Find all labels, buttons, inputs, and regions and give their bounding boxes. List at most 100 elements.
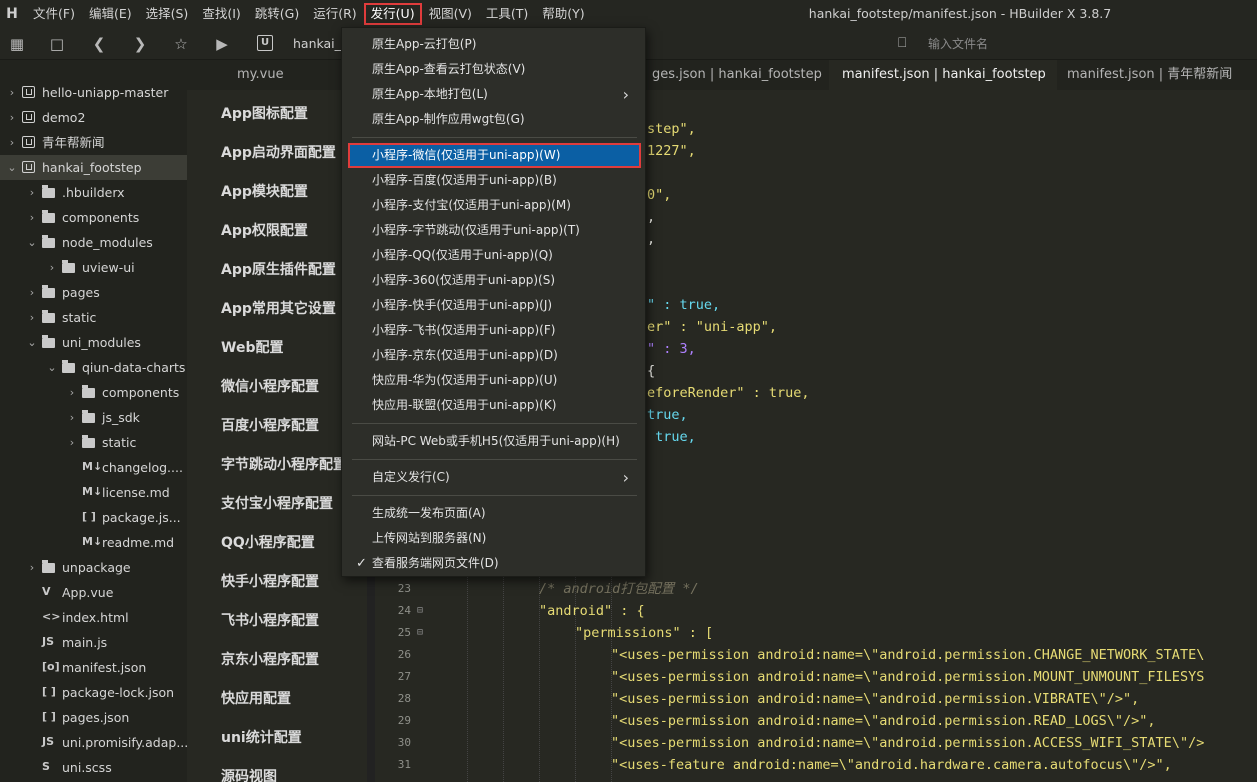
config-nav-item[interactable]: 飞书小程序配置 [197,597,367,636]
forward-arrow-icon[interactable]: ❯ [129,33,151,55]
fold-toggle-icon[interactable]: ⊟ [417,600,423,622]
tree-item[interactable]: › static [0,305,187,330]
save-all-icon[interactable]: ▦ [6,33,28,55]
publish-menu-item[interactable]: 快应用-联盟(仅适用于uni-app)(K) [348,393,641,418]
tree-item[interactable]: ⌄ qiun-data-charts [0,355,187,380]
publish-menu-item[interactable]: 小程序-360(仅适用于uni-app)(S) [348,268,641,293]
menu-6[interactable]: 发行(U) [363,3,422,25]
tree-item[interactable]: M↓ license.md [0,480,187,505]
publish-menu-item[interactable]: 小程序-百度(仅适用于uni-app)(B) [348,168,641,193]
menu-separator [352,423,637,424]
chevron-right-icon[interactable]: › [66,405,78,430]
tree-item[interactable]: › 青年帮新闻 [0,130,187,155]
tree-item[interactable]: › hello-uniapp-master [0,80,187,105]
tree-item[interactable]: <> index.html [0,605,187,630]
file-icon: S [42,760,50,773]
chevron-right-icon[interactable]: › [26,555,38,580]
menu-3[interactable]: 查找(I) [195,3,247,25]
chevron-right-icon[interactable]: › [26,305,38,330]
publish-menu-item[interactable]: 小程序-QQ(仅适用于uni-app)(Q) [348,243,641,268]
publish-menu-item[interactable]: 小程序-微信(仅适用于uni-app)(W) [348,143,641,168]
chevron-right-icon[interactable]: › [6,130,18,155]
publish-menu-item[interactable]: 小程序-支付宝(仅适用于uni-app)(M) [348,193,641,218]
publish-menu-item[interactable]: 上传网站到服务器(N) [348,526,641,551]
tree-item[interactable]: › components [0,205,187,230]
tree-item[interactable]: ⌄ node_modules [0,230,187,255]
menu-2[interactable]: 选择(S) [139,3,196,25]
menu-1[interactable]: 编辑(E) [82,3,139,25]
line-number: 28 [397,692,411,705]
menu-5[interactable]: 运行(R) [306,3,363,25]
tree-item[interactable]: › unpackage [0,555,187,580]
chevron-right-icon[interactable]: › [26,180,38,205]
config-nav-item[interactable]: uni统计配置 [197,714,367,753]
run-icon[interactable]: ▶ [211,33,233,55]
chevron-down-icon[interactable]: ⌄ [46,355,58,380]
code-fragment: { [647,363,656,379]
publish-menu-item[interactable]: 生成统一发布页面(A) [348,501,641,526]
config-nav-item[interactable]: 源码视图 [197,753,367,782]
publish-menu-item[interactable]: 原生App-查看云打包状态(V) [348,57,641,82]
tree-item[interactable]: ⌄ uni_modules [0,330,187,355]
menu-7[interactable]: 视图(V) [422,3,479,25]
chevron-down-icon[interactable]: ⌄ [26,330,38,355]
folder-icon [42,310,55,323]
tree-item[interactable]: [ ] pages.json [0,705,187,730]
tree-item[interactable]: › static [0,430,187,455]
publish-menu-item[interactable]: 查看服务端网页文件(D) ✓ [348,551,641,576]
tree-item[interactable]: [ ] package-lock.json [0,680,187,705]
publish-menu-item[interactable]: 小程序-字节跳动(仅适用于uni-app)(T) [348,218,641,243]
publish-menu-item[interactable]: 小程序-飞书(仅适用于uni-app)(F) [348,318,641,343]
file-search-input[interactable] [928,34,1228,54]
code-fragment: eforeRender" : true, [647,385,810,401]
tree-item[interactable]: › demo2 [0,105,187,130]
publish-menu-item[interactable]: 小程序-快手(仅适用于uni-app)(J) [348,293,641,318]
editor-tab[interactable]: my.vue [227,60,294,90]
publish-menu-item[interactable]: 原生App-云打包(P) [348,32,641,57]
tree-item[interactable]: M↓ changelog.... [0,455,187,480]
publish-menu-item[interactable]: 原生App-制作应用wgt包(G) [348,107,641,132]
chevron-right-icon[interactable]: › [66,380,78,405]
chevron-right-icon[interactable]: › [6,80,18,105]
publish-menu-item[interactable]: 小程序-京东(仅适用于uni-app)(D) [348,343,641,368]
file-icon: JS [42,735,55,748]
chevron-right-icon[interactable]: › [6,105,18,130]
menu-4[interactable]: 跳转(G) [248,3,306,25]
tree-item[interactable]: › uview-ui [0,255,187,280]
chevron-down-icon[interactable]: ⌄ [6,155,18,180]
chevron-right-icon[interactable]: › [66,430,78,455]
chevron-down-icon[interactable]: ⌄ [26,230,38,255]
menu-9[interactable]: 帮助(Y) [535,3,591,25]
fold-toggle-icon[interactable]: ⊟ [417,622,423,644]
menu-8[interactable]: 工具(T) [479,3,535,25]
tree-item[interactable]: › .hbuilderx [0,180,187,205]
tree-item[interactable]: JS uni.promisify.adap... [0,730,187,755]
back-arrow-icon[interactable]: ❮ [88,33,110,55]
editor-tab[interactable]: manifest.json | 青年帮新闻 [1057,60,1242,90]
publish-menu-item[interactable]: 原生App-本地打包(L) › [348,82,641,107]
tree-item[interactable]: › components [0,380,187,405]
tree-item[interactable]: M↓ readme.md [0,530,187,555]
publish-menu-item[interactable]: 自定义发行(C) › [348,465,641,490]
star-icon[interactable]: ☆ [170,33,192,55]
tree-item[interactable]: › pages [0,280,187,305]
publish-menu-item[interactable]: 网站-PC Web或手机H5(仅适用于uni-app)(H) [348,429,641,454]
chevron-right-icon[interactable]: › [46,255,58,280]
tree-item[interactable]: › js_sdk [0,405,187,430]
chevron-right-icon[interactable]: › [26,205,38,230]
tree-item[interactable]: V App.vue [0,580,187,605]
config-nav-item[interactable]: 京东小程序配置 [197,636,367,675]
editor-tab[interactable]: manifest.json | hankai_footstep [829,60,1057,90]
editor-tab[interactable]: ges.json | hankai_footstep [642,60,832,90]
tree-item[interactable]: JS main.js [0,630,187,655]
menu-0[interactable]: 文件(F) [26,3,82,25]
tree-item[interactable]: Suni.scss [0,755,187,780]
chevron-right-icon[interactable]: › [26,280,38,305]
tree-item[interactable]: [o] manifest.json [0,655,187,680]
save-icon[interactable]: □ [46,33,68,55]
config-nav-item[interactable]: 快应用配置 [197,675,367,714]
tree-item[interactable]: [ ] package.js... [0,505,187,530]
tree-item[interactable]: ⌄ hankai_footstep [0,155,187,180]
publish-menu-item[interactable]: 快应用-华为(仅适用于uni-app)(U) [348,368,641,393]
code-line: 26 "<uses-permission android:name=\"andro… [375,644,1257,666]
